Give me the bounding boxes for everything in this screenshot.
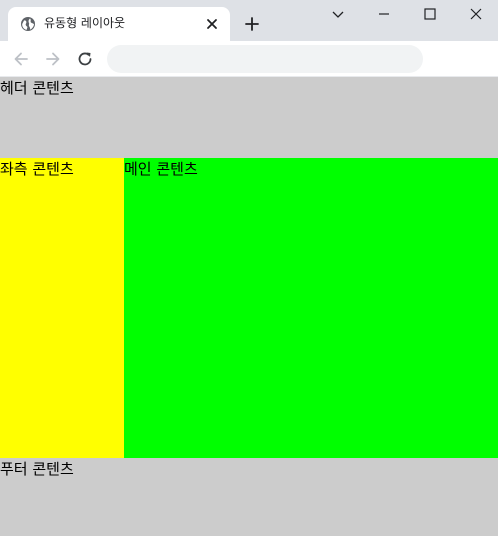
address-bar[interactable] bbox=[107, 45, 423, 73]
left-sidebar-section: 좌측 콘텐츠 bbox=[0, 158, 124, 458]
page-viewport: 헤더 콘텐츠 좌측 콘텐츠 메인 콘텐츠 푸터 콘텐츠 bbox=[0, 77, 498, 536]
footer-section: 푸터 콘텐츠 bbox=[0, 458, 498, 536]
browser-toolbar bbox=[0, 41, 498, 77]
main-text: 메인 콘텐츠 bbox=[124, 160, 198, 178]
maximize-icon[interactable] bbox=[407, 0, 453, 28]
tab-active[interactable]: 유동형 레이아웃 bbox=[8, 7, 230, 41]
plus-icon[interactable] bbox=[240, 12, 264, 36]
chevron-down-icon[interactable] bbox=[315, 0, 361, 28]
forward-arrow-icon[interactable] bbox=[41, 47, 65, 71]
globe-icon bbox=[20, 16, 36, 32]
sidebar-text: 좌측 콘텐츠 bbox=[0, 160, 74, 178]
minimize-icon[interactable] bbox=[361, 0, 407, 28]
close-tab-icon[interactable] bbox=[204, 16, 220, 32]
footer-text: 푸터 콘텐츠 bbox=[0, 460, 74, 478]
reload-icon[interactable] bbox=[73, 47, 97, 71]
tab-strip: 유동형 레이아웃 bbox=[0, 0, 498, 41]
tab-title: 유동형 레이아웃 bbox=[44, 16, 126, 30]
main-section: 메인 콘텐츠 bbox=[124, 158, 498, 458]
close-icon[interactable] bbox=[453, 0, 498, 28]
back-arrow-icon[interactable] bbox=[9, 47, 33, 71]
header-text: 헤더 콘텐츠 bbox=[0, 79, 74, 97]
header-section: 헤더 콘텐츠 bbox=[0, 77, 498, 158]
